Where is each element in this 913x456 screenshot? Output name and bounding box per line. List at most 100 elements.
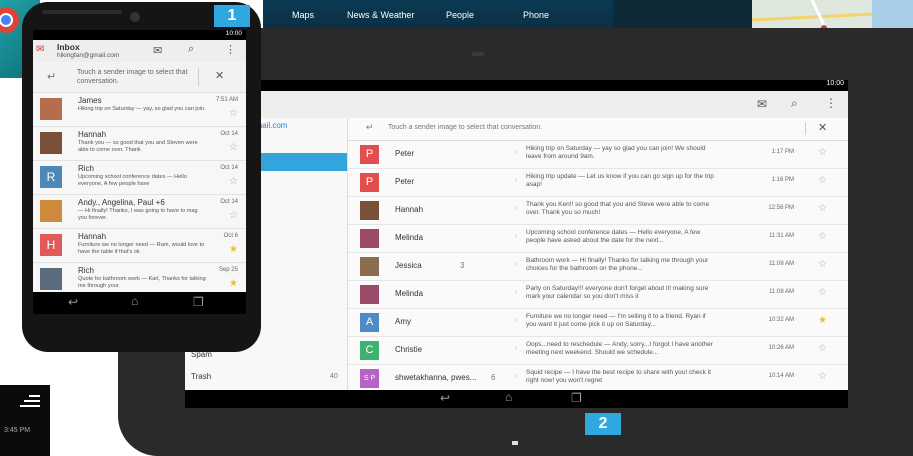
timestamp: 1:17 PM bbox=[771, 149, 794, 155]
avatar[interactable]: P bbox=[360, 145, 379, 164]
sidebar-item-inbox-selected[interactable] bbox=[251, 153, 347, 171]
table-row[interactable]: P Peter › Hiking trip update — Let us kn… bbox=[348, 169, 848, 197]
star-icon[interactable]: ☆ bbox=[229, 142, 238, 153]
star-icon[interactable]: ☆ bbox=[818, 175, 827, 186]
snippet: Furniture we no longer need — I'm sellin… bbox=[526, 313, 706, 328]
tablet-navigation-bar: ↩ ⌂ ❐ bbox=[185, 390, 848, 408]
importance-icon: › bbox=[515, 149, 518, 156]
snippet: Upcoming school conference dates — Hello… bbox=[78, 174, 187, 187]
avatar[interactable]: R bbox=[40, 166, 62, 188]
timestamp: Oct 6 bbox=[223, 233, 238, 239]
snippet: Party on Saturday!!! everyone don't forg… bbox=[526, 285, 709, 300]
inbox-title[interactable]: Inbox bbox=[57, 42, 80, 52]
avatar[interactable]: P bbox=[360, 173, 379, 192]
close-icon[interactable]: ✕ bbox=[818, 121, 827, 134]
clock-widget: 3:45 PM bbox=[0, 385, 50, 456]
star-icon[interactable]: ☆ bbox=[229, 108, 238, 119]
timestamp: Sep 25 bbox=[218, 267, 238, 273]
avatar-photo[interactable] bbox=[40, 98, 62, 120]
sender-name: Melinda bbox=[395, 289, 424, 298]
avatar-photo[interactable] bbox=[360, 285, 379, 304]
table-row[interactable]: P Peter › Hiking trip on Saturday — yay … bbox=[348, 141, 848, 169]
table-row[interactable]: Jessica 3 › Bathroom work — Hi finally! … bbox=[348, 253, 848, 281]
recents-icon[interactable]: ❐ bbox=[193, 295, 204, 309]
table-row[interactable]: Hannah › Thank you Ken!! so good that yo… bbox=[348, 197, 848, 225]
maps-app-label[interactable]: Maps bbox=[292, 10, 314, 20]
star-icon-starred[interactable]: ★ bbox=[229, 278, 238, 289]
signal-icon bbox=[20, 395, 40, 407]
star-icon[interactable]: ☆ bbox=[818, 203, 827, 214]
tablet-speaker bbox=[472, 52, 484, 56]
divider bbox=[805, 122, 806, 135]
people-app-label[interactable]: People bbox=[446, 10, 474, 20]
avatar[interactable]: C bbox=[360, 341, 379, 360]
recents-icon[interactable]: ❐ bbox=[571, 391, 582, 405]
list-item[interactable]: Rich Sep 25 Quote for bathroom work — Ka… bbox=[33, 263, 246, 292]
importance-icon: › bbox=[515, 261, 518, 268]
list-item[interactable]: James 7:51 AM Hiking trip on Saturday — … bbox=[33, 93, 246, 127]
avatar-photo[interactable] bbox=[360, 229, 379, 248]
list-item[interactable]: Andy., Angelina, Paul +6 Oct 14 — Hi fin… bbox=[33, 195, 246, 229]
arrow-icon: ↵ bbox=[366, 122, 374, 132]
star-icon[interactable]: ☆ bbox=[818, 259, 827, 270]
tablet-status-bar: 10:00 bbox=[185, 80, 848, 91]
phone-camera bbox=[130, 12, 140, 22]
hint-text: Touch a sender image to select that conv… bbox=[77, 69, 188, 85]
importance-icon: › bbox=[515, 233, 518, 240]
thread-count: 6 bbox=[491, 373, 496, 382]
timestamp: 11:08 AM bbox=[769, 261, 794, 267]
back-icon[interactable]: ↩ bbox=[68, 295, 78, 309]
sidebar-item-trash[interactable]: Trash 40 bbox=[185, 368, 347, 386]
star-icon[interactable]: ☆ bbox=[229, 176, 238, 187]
importance-icon: › bbox=[515, 177, 518, 184]
compose-icon[interactable]: ✉ bbox=[757, 97, 767, 111]
star-icon[interactable]: ☆ bbox=[818, 231, 827, 242]
importance-icon: › bbox=[515, 373, 518, 380]
snippet: Hiking trip update — Let us know if you … bbox=[526, 173, 714, 188]
home-icon[interactable]: ⌂ bbox=[505, 390, 512, 404]
phone-status-time: 10:00 bbox=[225, 30, 242, 37]
avatar-photo[interactable] bbox=[40, 132, 62, 154]
phone-app-label[interactable]: Phone bbox=[523, 10, 549, 20]
close-icon[interactable]: ✕ bbox=[215, 69, 224, 82]
timestamp: 10:26 AM bbox=[768, 345, 794, 351]
overflow-menu-icon[interactable]: ⋮ bbox=[825, 96, 837, 110]
table-row[interactable]: C Christie › Oops...need to reschedule —… bbox=[348, 337, 848, 365]
list-item[interactable]: H Hannah Oct 6 Furniture we no longer ne… bbox=[33, 229, 246, 263]
avatar[interactable]: H bbox=[40, 234, 62, 256]
compose-icon[interactable]: ✉ bbox=[153, 44, 162, 57]
list-item[interactable]: R Rich Oct 14 Upcoming school conference… bbox=[33, 161, 246, 195]
search-icon[interactable]: ⌕ bbox=[188, 43, 194, 56]
divider bbox=[198, 68, 199, 86]
home-screen-background bbox=[613, 0, 753, 28]
overflow-menu-icon[interactable]: ⋮ bbox=[225, 43, 236, 56]
back-icon[interactable]: ↩ bbox=[440, 391, 450, 405]
timestamp: 12:58 PM bbox=[768, 205, 794, 211]
avatar-photo[interactable] bbox=[40, 268, 62, 290]
avatar-photo[interactable] bbox=[360, 201, 379, 220]
timestamp: 11:31 AM bbox=[769, 233, 794, 239]
star-icon[interactable]: ☆ bbox=[818, 147, 827, 158]
table-row[interactable]: Melinda › Upcoming school conference dat… bbox=[348, 225, 848, 253]
search-icon[interactable]: ⌕ bbox=[791, 96, 798, 111]
timestamp: 7:51 AM bbox=[215, 97, 238, 103]
star-icon[interactable]: ☆ bbox=[818, 343, 827, 354]
gmail-logo-icon[interactable]: ✉ bbox=[36, 44, 44, 55]
star-icon[interactable]: ☆ bbox=[818, 371, 827, 382]
star-icon-starred[interactable]: ★ bbox=[229, 244, 238, 255]
snippet: Bathroom work — Hi finally! Thanks for t… bbox=[526, 257, 709, 272]
avatar-group[interactable] bbox=[40, 200, 62, 222]
star-icon-starred[interactable]: ★ bbox=[818, 315, 827, 326]
avatar[interactable]: A bbox=[360, 313, 379, 332]
news-weather-app-label[interactable]: News & Weather bbox=[347, 10, 414, 20]
star-icon[interactable]: ☆ bbox=[818, 287, 827, 298]
list-item[interactable]: Hannah Oct 14 Thank you — so good that y… bbox=[33, 127, 246, 161]
avatar-photo[interactable] bbox=[360, 257, 379, 276]
table-row[interactable]: A Amy › Furniture we no longer need — I'… bbox=[348, 309, 848, 337]
snippet: Thank you Ken!! so good that you and Ste… bbox=[526, 201, 710, 216]
table-row[interactable]: S P shwetakhanna, pwes... 6 › Squid reci… bbox=[348, 365, 848, 390]
home-icon[interactable]: ⌂ bbox=[131, 294, 138, 308]
star-icon[interactable]: ☆ bbox=[229, 210, 238, 221]
table-row[interactable]: Melinda › Party on Saturday!!! everyone … bbox=[348, 281, 848, 309]
avatar[interactable]: S P bbox=[360, 369, 379, 388]
